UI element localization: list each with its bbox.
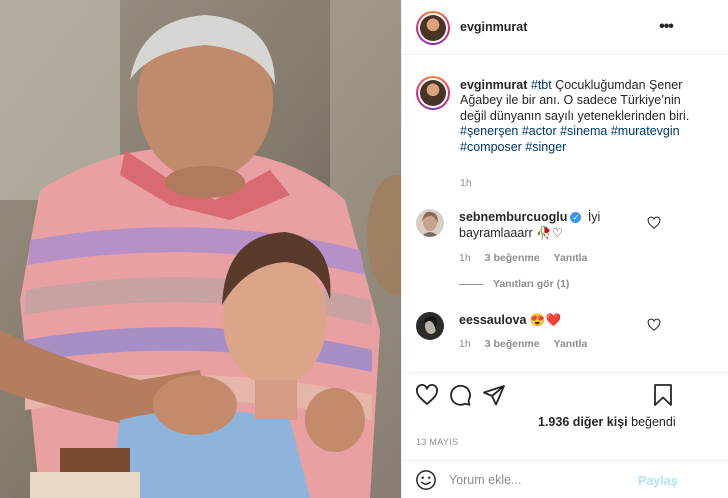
- commenter-avatar[interactable]: [416, 209, 444, 237]
- photo-illustration: [0, 0, 401, 498]
- comment-time[interactable]: 1h: [459, 338, 471, 350]
- caption-username[interactable]: evginmurat: [460, 78, 527, 92]
- comment-likes-count[interactable]: 3 beğenme: [485, 338, 540, 350]
- post-details-panel: evginmurat ••• evginmurat #tbt Çocukluğu…: [401, 0, 728, 498]
- hashtag-link[interactable]: #actor: [522, 124, 557, 138]
- emoji-smile-icon[interactable]: [415, 469, 437, 491]
- comment-text: eessaulova 😍❤️: [459, 312, 659, 328]
- paper-plane-icon[interactable]: [482, 383, 506, 407]
- hashtag-link[interactable]: #singer: [525, 140, 566, 154]
- comment-like-heart-icon[interactable]: [647, 318, 661, 332]
- commenter-username[interactable]: eessaulova: [459, 313, 526, 327]
- comment-input[interactable]: [449, 470, 629, 490]
- likes-summary: 1.936 diğer kişi beğendi: [538, 415, 676, 429]
- heart-icon[interactable]: [415, 383, 439, 407]
- author-username[interactable]: evginmurat: [460, 20, 527, 34]
- post-comment-button[interactable]: Paylaş: [638, 474, 678, 488]
- comment-bubble-icon[interactable]: [448, 383, 472, 407]
- comment-emoji: 😍❤️: [529, 313, 562, 327]
- verified-badge-icon: ✓: [570, 212, 582, 223]
- comment-text: sebnemburcuoglu ✓ İyi bayramlaaarr 🥀♡: [459, 209, 659, 241]
- post-photo[interactable]: [0, 0, 401, 498]
- comment-meta: 1h 3 beğenme Yanıtla: [459, 338, 601, 350]
- caption-meta: 1h: [460, 177, 486, 189]
- post-header: evginmurat •••: [402, 0, 728, 55]
- hashtag-link[interactable]: #composer: [460, 140, 522, 154]
- hashtag-link[interactable]: #tbt: [531, 78, 552, 92]
- comment-time[interactable]: 1h: [459, 252, 471, 264]
- caption-avatar[interactable]: [416, 76, 450, 110]
- comment-emoji: 🥀♡: [536, 226, 563, 240]
- more-options-icon[interactable]: •••: [655, 16, 677, 38]
- commenter-avatar-image: [416, 209, 444, 237]
- caption-time[interactable]: 1h: [460, 177, 472, 189]
- comment-likes-count[interactable]: 3 beğenme: [485, 252, 540, 264]
- hashtag-link[interactable]: #şenerşen: [460, 124, 518, 138]
- action-bar: [402, 372, 728, 416]
- comment-like-heart-icon[interactable]: [647, 216, 661, 230]
- hashtag-link[interactable]: #sinema: [560, 124, 607, 138]
- commenter-username[interactable]: sebnemburcuoglu: [459, 210, 567, 224]
- view-replies-button[interactable]: Yanıtları gör (1): [459, 278, 569, 290]
- likes-suffix: beğendi: [627, 415, 676, 429]
- comments-section: evginmurat #tbt Çocukluğumdan Şener Ağab…: [402, 56, 728, 372]
- view-replies-label: Yanıtları gör (1): [493, 278, 570, 290]
- reply-button[interactable]: Yanıtla: [554, 252, 588, 264]
- post-date[interactable]: 13 MAYIS: [416, 437, 458, 447]
- caption-text: evginmurat #tbt Çocukluğumdan Şener Ağab…: [460, 78, 695, 155]
- author-avatar[interactable]: [416, 11, 450, 45]
- comment-composer: Paylaş: [402, 460, 728, 498]
- comment-meta: 1h 3 beğenme Yanıtla: [459, 252, 601, 264]
- reply-button[interactable]: Yanıtla: [554, 338, 588, 350]
- likes-count-link[interactable]: 1.936 diğer kişi: [538, 415, 628, 429]
- instagram-post: evginmurat ••• evginmurat #tbt Çocukluğu…: [0, 0, 728, 498]
- commenter-avatar[interactable]: [416, 312, 444, 340]
- replies-divider: [459, 283, 483, 285]
- hashtag-link[interactable]: #muratevgin: [611, 124, 680, 138]
- commenter-avatar-image: [416, 312, 444, 340]
- bookmark-icon[interactable]: [651, 383, 675, 407]
